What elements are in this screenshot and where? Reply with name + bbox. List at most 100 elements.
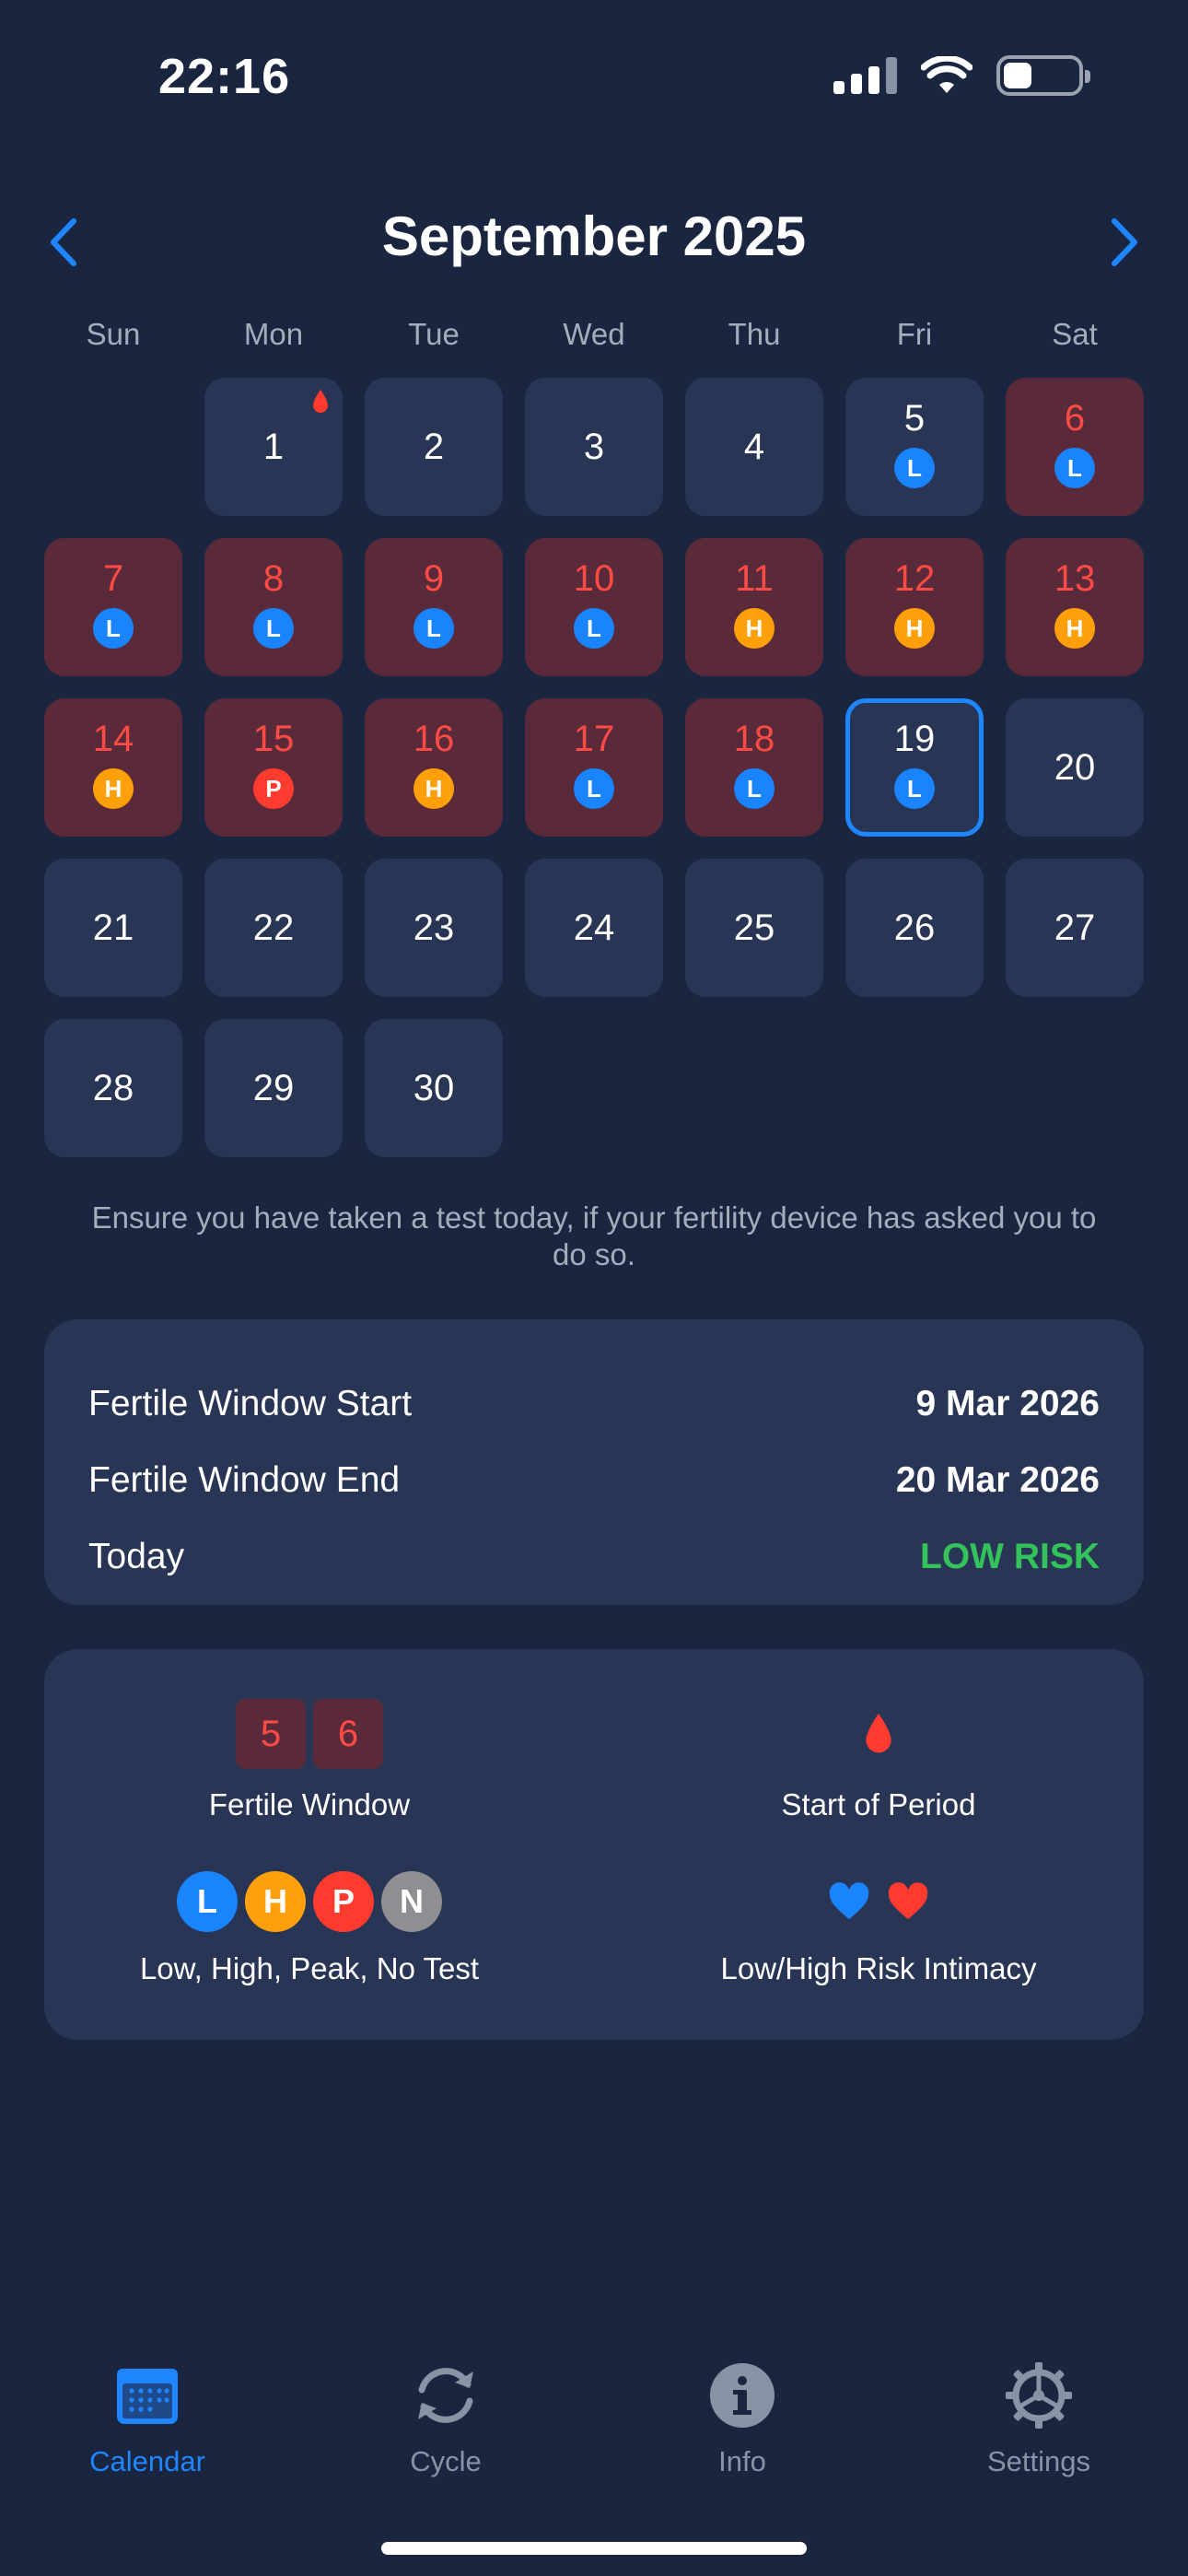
day-number: 30 — [413, 1068, 455, 1108]
calendar-day[interactable]: 9L — [365, 538, 503, 676]
calendar-day-today[interactable]: 19 L — [845, 698, 984, 837]
legend-label: Low, High, Peak, No Test — [139, 1951, 480, 1985]
test-result-badge: L — [574, 608, 614, 649]
day-number: 24 — [573, 907, 615, 948]
day-number: 22 — [252, 907, 295, 948]
tab-label: Calendar — [89, 2445, 205, 2477]
today-label: Today — [88, 1536, 185, 1576]
weekday-label: Tue — [408, 317, 460, 351]
calendar-day[interactable]: 29 — [204, 1019, 343, 1157]
high-test-badge: H — [245, 1871, 306, 1932]
test-result-badge: L — [894, 768, 935, 809]
today-risk-row: Today LOW RISK — [88, 1518, 1100, 1595]
legend-test-results: L H P N Low, High, Peak, No Test — [52, 1870, 567, 1986]
calendar-day[interactable]: 17 L — [525, 698, 663, 837]
fertile-window-sample: 5 6 — [236, 1699, 383, 1769]
calendar-day[interactable]: 15 P — [204, 698, 343, 837]
calendar-day[interactable]: 14 H — [44, 698, 182, 837]
fertile-start-value: 9 Mar 2026 — [915, 1383, 1100, 1423]
tab-settings[interactable]: Settings — [928, 2359, 1149, 2478]
calendar-day[interactable]: 21 — [44, 859, 182, 997]
calendar-day[interactable]: 1 — [204, 378, 343, 516]
no-test-badge: N — [381, 1871, 442, 1932]
next-month-button[interactable] — [1096, 210, 1151, 275]
day-number: 3 — [583, 427, 605, 467]
wifi-icon — [921, 56, 973, 93]
tab-calendar[interactable]: Calendar — [37, 2359, 258, 2478]
calendar-day[interactable]: 13 H — [1006, 538, 1144, 676]
calendar-day[interactable]: 28 — [44, 1019, 182, 1157]
test-result-badge: H — [413, 768, 454, 809]
calendar-day[interactable]: 30 — [365, 1019, 503, 1157]
day-number: 4 — [743, 427, 765, 467]
day-number: 23 — [413, 907, 455, 948]
battery-icon — [996, 55, 1090, 96]
legend-label: Fertile Window — [208, 1787, 411, 1821]
day-number: 20 — [1054, 747, 1096, 788]
app-screen: 22:16 September 2025 Sun Mon Tue Wed Thu… — [0, 0, 1188, 2576]
calendar-day[interactable]: 4 — [685, 378, 823, 516]
test-result-badge: P — [253, 768, 294, 809]
calendar-day[interactable]: 18 L — [685, 698, 823, 837]
calendar-day[interactable]: 26 — [845, 859, 984, 997]
cellular-signal-icon — [833, 57, 897, 94]
test-result-badge: H — [1054, 608, 1095, 649]
test-result-badge: L — [93, 608, 134, 649]
test-result-badge: L — [894, 448, 935, 488]
calendar-day[interactable]: 16 H — [365, 698, 503, 837]
calendar-day[interactable]: 22 — [204, 859, 343, 997]
test-result-badge: H — [93, 768, 134, 809]
fertile-window-card: Fertile Window Start 9 Mar 2026 Fertile … — [44, 1319, 1144, 1605]
calendar-day[interactable]: 6L — [1006, 378, 1144, 516]
day-number: 15 — [252, 719, 295, 759]
today-risk-value: LOW RISK — [920, 1536, 1100, 1576]
tab-bar: Calendar Cycle Info Settings — [0, 2359, 1188, 2478]
calendar-icon — [117, 2369, 178, 2424]
fertile-end-row: Fertile Window End 20 Mar 2026 — [88, 1442, 1100, 1518]
calendar-day[interactable]: 5L — [845, 378, 984, 516]
fertile-start-row: Fertile Window Start 9 Mar 2026 — [88, 1365, 1100, 1442]
calendar-day[interactable]: 11 H — [685, 538, 823, 676]
sample-fertile-day: 5 — [236, 1699, 306, 1769]
info-icon — [710, 2363, 775, 2428]
calendar-day[interactable]: 23 — [365, 859, 503, 997]
day-number: 12 — [893, 558, 936, 599]
calendar-day[interactable]: 25 — [685, 859, 823, 997]
calendar-day[interactable]: 2 — [365, 378, 503, 516]
legend-fertile-window: 5 6 Fertile Window — [52, 1699, 567, 1822]
test-result-badge: L — [574, 768, 614, 809]
low-test-badge: L — [177, 1871, 238, 1932]
day-number: 6 — [1064, 398, 1086, 439]
calendar-day[interactable]: 24 — [525, 859, 663, 997]
day-number: 16 — [413, 719, 455, 759]
calendar-day[interactable]: 20 — [1006, 698, 1144, 837]
calendar-grid: 1 2 3 4 5 L 6 L 7 L 8 L 9 L 10 L 11 H 12 H 13 H 14 H 15 P 16 H 17 L 18… — [44, 378, 1144, 1157]
day-number: 13 — [1054, 558, 1096, 599]
calendar-day[interactable]: 7L — [44, 538, 182, 676]
gear-icon — [1006, 2362, 1072, 2429]
peak-test-badge: P — [313, 1871, 374, 1932]
tab-cycle[interactable]: Cycle — [335, 2359, 556, 2478]
fertile-end-label: Fertile Window End — [88, 1459, 401, 1500]
day-number: 21 — [92, 907, 134, 948]
calendar-day[interactable]: 10 L — [525, 538, 663, 676]
test-result-badge: H — [894, 608, 935, 649]
tab-info[interactable]: Info — [632, 2359, 853, 2478]
test-reminder-note: Ensure you have taken a test today, if y… — [91, 1200, 1097, 1271]
test-result-badge: L — [1054, 448, 1095, 488]
day-number: 10 — [573, 558, 615, 599]
weekday-label: Thu — [728, 317, 781, 351]
test-result-badge: L — [253, 608, 294, 649]
day-number: 26 — [893, 907, 936, 948]
test-result-badge: H — [734, 608, 775, 649]
calendar-day[interactable]: 8L — [204, 538, 343, 676]
day-number: 18 — [733, 719, 775, 759]
day-number: 9 — [423, 558, 445, 599]
calendar-day[interactable]: 3 — [525, 378, 663, 516]
calendar-day[interactable]: 27 — [1006, 859, 1144, 997]
legend-label: Start of Period — [781, 1787, 976, 1821]
legend-start-of-period: Start of Period — [621, 1699, 1136, 1822]
day-number: 29 — [252, 1068, 295, 1108]
calendar-day[interactable]: 12 H — [845, 538, 984, 676]
tab-label: Settings — [986, 2445, 1090, 2477]
